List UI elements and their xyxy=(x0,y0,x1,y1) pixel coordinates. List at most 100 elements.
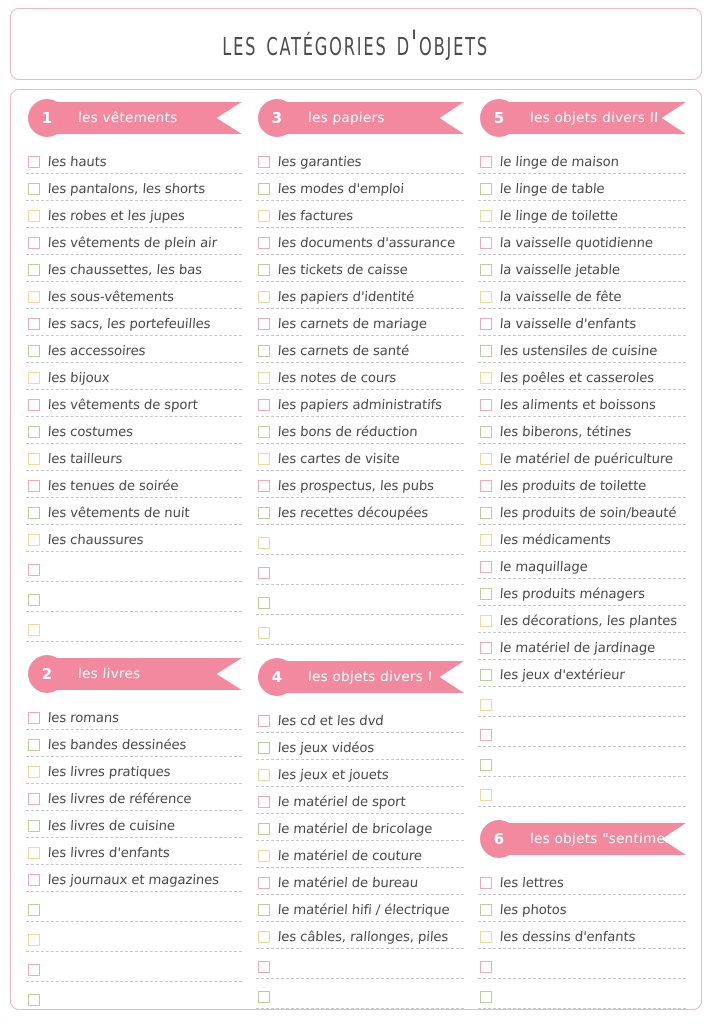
checkbox-green-icon[interactable] xyxy=(479,669,492,681)
checkbox-green-icon[interactable] xyxy=(257,426,270,438)
checklist-row[interactable]: les produits de toilette xyxy=(477,471,687,498)
checkbox-yellow-icon[interactable] xyxy=(28,624,40,636)
checklist-row[interactable]: les livres de cuisine xyxy=(26,811,242,838)
checklist-row[interactable]: les livres pratiques xyxy=(26,757,242,784)
checkbox-pink-icon[interactable] xyxy=(479,237,492,249)
checkbox-yellow-icon[interactable] xyxy=(257,931,270,943)
checkbox-green-icon[interactable] xyxy=(479,991,492,1003)
checklist-row[interactable]: les vêtements de plein air xyxy=(26,228,242,255)
checklist-row[interactable]: les romans xyxy=(26,703,242,730)
checklist-row[interactable]: les prospectus, les pubs xyxy=(255,471,464,498)
checkbox-yellow-icon[interactable] xyxy=(257,453,270,465)
checklist-row[interactable]: le linge de toilette xyxy=(477,201,687,228)
checkbox-yellow-icon[interactable] xyxy=(28,210,40,222)
checklist-row[interactable]: les lettres xyxy=(477,868,687,895)
checklist-row[interactable]: les carnets de santé xyxy=(255,336,464,363)
checklist-row[interactable]: le maquillage xyxy=(477,552,687,579)
checkbox-yellow-icon[interactable] xyxy=(479,534,492,546)
checklist-row[interactable]: les bons de réduction xyxy=(255,417,464,444)
checklist-blank-row[interactable] xyxy=(26,552,242,582)
checkbox-pink-icon[interactable] xyxy=(479,642,492,654)
checklist-row[interactable]: la vaisselle quotidienne xyxy=(477,228,687,255)
checkbox-yellow-icon[interactable] xyxy=(28,934,40,946)
checklist-row[interactable]: les papiers administratifs xyxy=(255,390,464,417)
checkbox-pink-icon[interactable] xyxy=(257,156,270,168)
checklist-blank-row[interactable] xyxy=(26,612,242,642)
checkbox-pink-icon[interactable] xyxy=(28,318,40,330)
checklist-row[interactable]: le matériel de jardinage xyxy=(477,633,687,660)
checkbox-pink-icon[interactable] xyxy=(257,480,270,492)
checklist-row[interactable]: les hauts xyxy=(26,147,242,174)
checklist-row[interactable]: les produits ménagers xyxy=(477,579,687,606)
checkbox-yellow-icon[interactable] xyxy=(479,699,492,711)
checklist-row[interactable]: le matériel de puériculture xyxy=(477,444,687,471)
checklist-row[interactable]: les bandes dessinées xyxy=(26,730,242,757)
checklist-row[interactable]: les vêtements de nuit xyxy=(26,498,242,525)
checklist-row[interactable]: les garanties xyxy=(255,147,464,174)
checklist-row[interactable]: les cartes de visite xyxy=(255,444,464,471)
checkbox-green-icon[interactable] xyxy=(28,994,40,1006)
checkbox-pink-icon[interactable] xyxy=(257,715,270,727)
checklist-row[interactable]: la vaisselle jetable xyxy=(477,255,687,282)
checklist-blank-row[interactable] xyxy=(255,979,464,1009)
checkbox-green-icon[interactable] xyxy=(28,594,40,606)
checklist-blank-row[interactable] xyxy=(26,582,242,612)
checkbox-yellow-icon[interactable] xyxy=(257,769,270,781)
checklist-row[interactable]: la vaisselle de fête xyxy=(477,282,687,309)
checklist-blank-row[interactable] xyxy=(26,892,242,922)
checkbox-yellow-icon[interactable] xyxy=(28,372,40,384)
checklist-row[interactable]: les carnets de mariage xyxy=(255,309,464,336)
checklist-row[interactable]: les décorations, les plantes xyxy=(477,606,687,633)
checklist-blank-row[interactable] xyxy=(477,949,687,979)
checklist-row[interactable]: le matériel hifi / électrique xyxy=(255,895,464,922)
checkbox-yellow-icon[interactable] xyxy=(28,534,40,546)
checkbox-yellow-icon[interactable] xyxy=(479,931,492,943)
checklist-row[interactable]: les dessins d'enfants xyxy=(477,922,687,949)
checklist-row[interactable]: la vaisselle d'enfants xyxy=(477,309,687,336)
checkbox-pink-icon[interactable] xyxy=(28,964,40,976)
checkbox-green-icon[interactable] xyxy=(28,426,40,438)
checkbox-pink-icon[interactable] xyxy=(28,564,40,576)
checkbox-pink-icon[interactable] xyxy=(479,399,492,411)
checkbox-green-icon[interactable] xyxy=(257,597,270,609)
checklist-row[interactable]: les jeux vidéos xyxy=(255,733,464,760)
checklist-row[interactable]: les vêtements de sport xyxy=(26,390,242,417)
checkbox-yellow-icon[interactable] xyxy=(257,537,270,549)
checkbox-pink-icon[interactable] xyxy=(257,237,270,249)
checkbox-green-icon[interactable] xyxy=(28,820,40,832)
checklist-row[interactable]: le linge de table xyxy=(477,174,687,201)
checkbox-pink-icon[interactable] xyxy=(479,961,492,973)
checklist-blank-row[interactable] xyxy=(26,952,242,982)
checklist-row[interactable]: les chaussures xyxy=(26,525,242,552)
checkbox-yellow-icon[interactable] xyxy=(257,210,270,222)
checkbox-green-icon[interactable] xyxy=(479,345,492,357)
checkbox-pink-icon[interactable] xyxy=(28,480,40,492)
checkbox-pink-icon[interactable] xyxy=(257,399,270,411)
checkbox-pink-icon[interactable] xyxy=(257,961,270,973)
checklist-row[interactable]: le linge de maison xyxy=(477,147,687,174)
checklist-row[interactable]: les cd et les dvd xyxy=(255,706,464,733)
checkbox-yellow-icon[interactable] xyxy=(257,627,270,639)
checkbox-green-icon[interactable] xyxy=(479,507,492,519)
checklist-blank-row[interactable] xyxy=(477,777,687,807)
checkbox-pink-icon[interactable] xyxy=(479,877,492,889)
checklist-blank-row[interactable] xyxy=(26,982,242,1009)
checklist-row[interactable]: les costumes xyxy=(26,417,242,444)
checkbox-green-icon[interactable] xyxy=(479,904,492,916)
checklist-row[interactable]: les tailleurs xyxy=(26,444,242,471)
checklist-row[interactable]: les jeux d'extérieur xyxy=(477,660,687,687)
checklist-row[interactable]: les accessoires xyxy=(26,336,242,363)
checkbox-yellow-icon[interactable] xyxy=(479,210,492,222)
checkbox-green-icon[interactable] xyxy=(257,991,270,1003)
checkbox-green-icon[interactable] xyxy=(28,739,40,751)
checkbox-yellow-icon[interactable] xyxy=(479,291,492,303)
checkbox-green-icon[interactable] xyxy=(28,345,40,357)
checkbox-yellow-icon[interactable] xyxy=(28,847,40,859)
checklist-row[interactable]: les bijoux xyxy=(26,363,242,390)
checkbox-pink-icon[interactable] xyxy=(479,480,492,492)
checklist-row[interactable]: les chaussettes, les bas xyxy=(26,255,242,282)
checkbox-yellow-icon[interactable] xyxy=(257,372,270,384)
checkbox-green-icon[interactable] xyxy=(257,823,270,835)
checklist-blank-row[interactable] xyxy=(255,555,464,585)
checklist-row[interactable]: les jeux et jouets xyxy=(255,760,464,787)
